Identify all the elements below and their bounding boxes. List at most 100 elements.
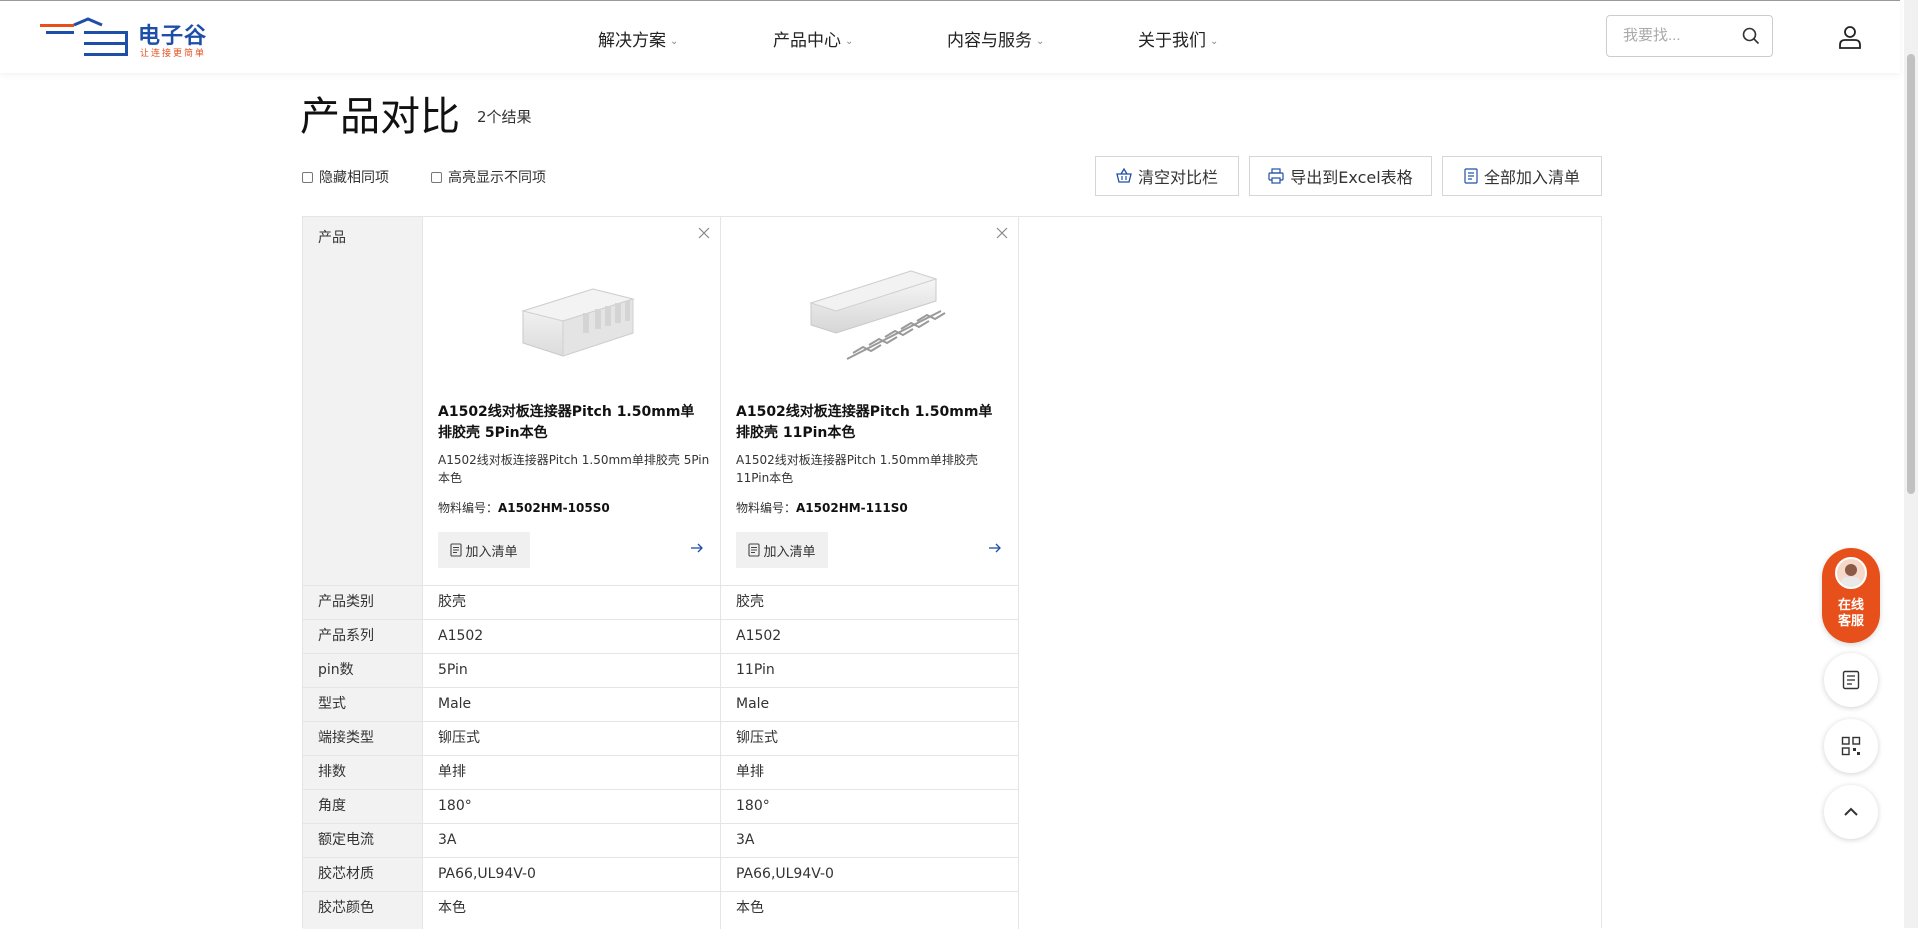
nav-products[interactable]: 产品中心 ⌄ — [773, 26, 853, 51]
spec-value: 11Pin — [736, 662, 775, 678]
chevron-down-icon: ⌄ — [845, 36, 854, 47]
online-service-button[interactable]: 在线 客服 — [1822, 548, 1880, 643]
export-excel-button[interactable]: 导出到Excel表格 — [1249, 156, 1432, 196]
spec-value: Male — [736, 696, 770, 712]
spec-label: 胶芯材质 — [318, 866, 374, 882]
spec-value: A1502 — [438, 628, 484, 644]
nav-about[interactable]: 关于我们 ⌄ — [1138, 26, 1218, 51]
qrcode-icon — [1841, 736, 1861, 756]
product-image[interactable] — [483, 241, 663, 371]
nav-about-label: 关于我们 — [1138, 31, 1206, 51]
nav-content-services[interactable]: 内容与服务 ⌄ — [947, 26, 1044, 51]
nav-solutions[interactable]: 解决方案 ⌄ — [598, 26, 678, 51]
basket-icon — [1116, 168, 1132, 183]
user-icon[interactable] — [1838, 25, 1862, 49]
spec-value: 单排 — [438, 764, 466, 780]
add-to-list-label: 加入清单 — [763, 544, 816, 560]
qrcode-button[interactable] — [1824, 719, 1878, 773]
export-excel-label: 导出到Excel表格 — [1290, 168, 1413, 187]
close-icon[interactable] — [996, 227, 1008, 239]
spec-value: 铆压式 — [438, 730, 480, 746]
product-code: 物料编号：A1502HM-111S0 — [736, 499, 908, 516]
product-description: A1502线对板连接器Pitch 1.50mm单排胶壳 5Pin本色 — [438, 453, 710, 485]
spec-label: 角度 — [318, 798, 346, 814]
add-to-list-button[interactable]: 加入清单 — [736, 532, 828, 568]
logo[interactable]: 电子谷 让连接更简单 — [40, 17, 220, 59]
arrow-right-icon[interactable] — [690, 542, 704, 554]
highlight-diff-checkbox[interactable] — [431, 171, 442, 183]
highlight-diff-option[interactable]: 高亮显示不同项 — [431, 167, 546, 187]
product-image[interactable] — [781, 241, 961, 371]
compare-table: 产品 A1502线对板连接器Pitch 1.50mm单排胶壳 5Pin本色 A1… — [302, 216, 1602, 929]
search-input[interactable] — [1621, 26, 1745, 45]
arrow-right-icon[interactable] — [988, 542, 1002, 554]
page-scrollbar[interactable] — [1904, 0, 1918, 928]
nav-solutions-label: 解决方案 — [598, 31, 666, 51]
product-code-value: A1502HM-111S0 — [796, 501, 908, 515]
table-row: 排数 单排 单排 — [303, 755, 1018, 789]
table-row: 胶芯材质 PA66,UL94V-0 PA66,UL94V-0 — [303, 857, 1018, 891]
spec-rows: 产品类别 胶壳 胶壳 产品系列 A1502 A1502 pin数 5Pin 11… — [303, 585, 1018, 925]
spec-label: 排数 — [318, 764, 346, 780]
table-row: 胶芯颜色 本色 本色 — [303, 891, 1018, 925]
spec-value: 单排 — [736, 764, 764, 780]
close-icon[interactable] — [698, 227, 710, 239]
hide-same-checkbox[interactable] — [302, 171, 313, 183]
list-icon — [1842, 670, 1860, 690]
table-row: 型式 Male Male — [303, 687, 1018, 721]
search-icon[interactable] — [1742, 27, 1760, 45]
nav-products-label: 产品中心 — [773, 31, 841, 51]
list-button[interactable] — [1824, 653, 1878, 707]
spec-value: 180° — [438, 798, 472, 814]
page-title: 产品对比 — [300, 94, 460, 140]
table-row: pin数 5Pin 11Pin — [303, 653, 1018, 687]
product-header-label: 产品 — [318, 230, 346, 246]
add-all-to-list-label: 全部加入清单 — [1483, 168, 1580, 187]
spec-value: PA66,UL94V-0 — [736, 866, 834, 882]
spec-value: 铆压式 — [736, 730, 778, 746]
chevron-up-icon — [1844, 807, 1858, 816]
scrollbar-thumb[interactable] — [1907, 54, 1915, 494]
search-box — [1606, 15, 1773, 57]
table-row: 额定电流 3A 3A — [303, 823, 1018, 857]
spec-value: 180° — [736, 798, 770, 814]
spec-value: Male — [438, 696, 472, 712]
spec-label: 产品类别 — [318, 594, 374, 610]
spec-value: 5Pin — [438, 662, 468, 678]
spec-label: 产品系列 — [318, 628, 374, 644]
online-service-label-2: 客服 — [1837, 614, 1864, 629]
add-to-list-label: 加入清单 — [465, 544, 518, 560]
spec-value: A1502 — [736, 628, 782, 644]
spec-value: 3A — [438, 832, 457, 848]
table-row: 端接类型 铆压式 铆压式 — [303, 721, 1018, 755]
list-icon — [450, 543, 463, 557]
product-description: A1502线对板连接器Pitch 1.50mm单排胶壳 11Pin本色 — [736, 453, 978, 485]
table-row: 角度 180° 180° — [303, 789, 1018, 823]
spec-label: pin数 — [318, 662, 354, 678]
spec-value: 胶壳 — [736, 594, 764, 610]
spec-value: 本色 — [438, 900, 466, 916]
product-name[interactable]: A1502线对板连接器Pitch 1.50mm单排胶壳 11Pin本色 — [736, 402, 1006, 444]
product-code: 物料编号：A1502HM-105S0 — [438, 499, 610, 516]
clear-compare-button[interactable]: 清空对比栏 — [1095, 156, 1239, 196]
list-icon — [1464, 168, 1478, 184]
chevron-down-icon: ⌄ — [670, 36, 679, 47]
spec-value: PA66,UL94V-0 — [438, 866, 536, 882]
product-code-value: A1502HM-105S0 — [498, 501, 610, 515]
site-header: 电子谷 让连接更简单 解决方案 ⌄ 产品中心 ⌄ 内容与服务 ⌄ 关于我们 ⌄ — [0, 0, 1900, 73]
highlight-diff-label: 高亮显示不同项 — [448, 170, 546, 186]
spec-value: 本色 — [736, 900, 764, 916]
logo-mark-icon — [40, 17, 128, 56]
hide-same-option[interactable]: 隐藏相同项 — [302, 167, 389, 187]
avatar — [1835, 557, 1867, 589]
logo-slogan: 让连接更简单 — [140, 49, 207, 59]
clear-compare-label: 清空对比栏 — [1137, 168, 1218, 187]
spec-label: 额定电流 — [318, 832, 374, 848]
add-to-list-button[interactable]: 加入清单 — [438, 532, 530, 568]
spec-label: 胶芯颜色 — [318, 900, 374, 916]
avatar-icon — [1841, 564, 1861, 587]
product-name[interactable]: A1502线对板连接器Pitch 1.50mm单排胶壳 5Pin本色 — [438, 402, 708, 444]
add-all-to-list-button[interactable]: 全部加入清单 — [1442, 156, 1602, 196]
back-to-top-button[interactable] — [1824, 785, 1878, 839]
spec-value: 胶壳 — [438, 594, 466, 610]
